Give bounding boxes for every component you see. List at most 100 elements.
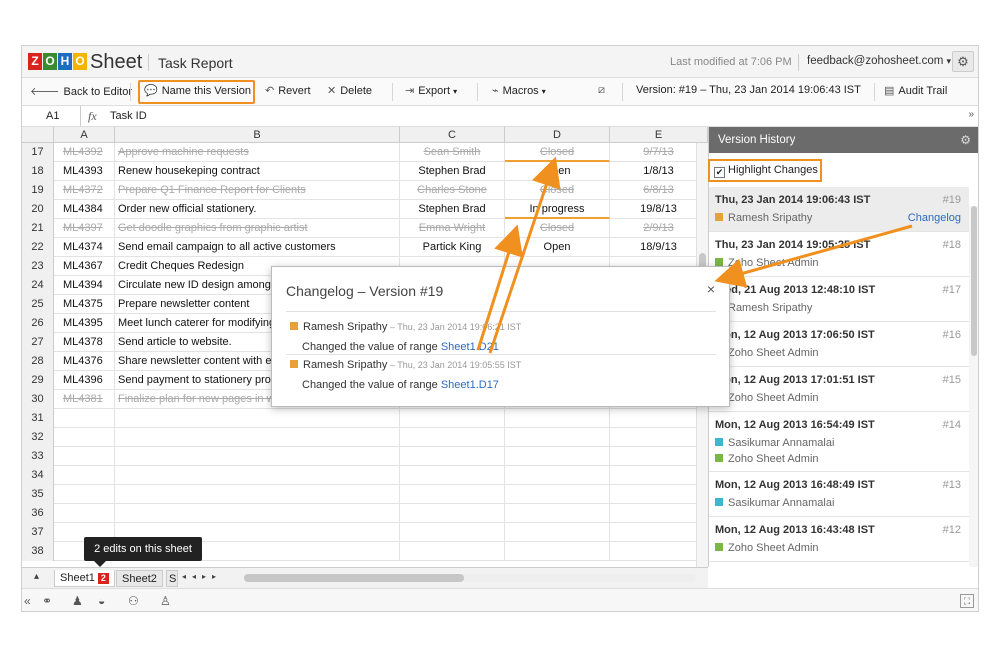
row-header[interactable]: 35 — [22, 485, 54, 504]
cell-task[interactable] — [115, 466, 400, 485]
cell-date[interactable]: 18/9/13 — [610, 238, 708, 257]
audit-trail-button[interactable]: ▤ Audit Trail — [884, 84, 947, 97]
cell-date[interactable]: 9/7/13 — [610, 143, 708, 162]
formula-input[interactable]: Task ID — [110, 110, 147, 122]
cell-status[interactable] — [505, 542, 610, 561]
cell-owner[interactable] — [400, 504, 505, 523]
row-header[interactable]: 19 — [22, 181, 54, 200]
row-header[interactable]: 23 — [22, 257, 54, 276]
version-item[interactable]: Mon, 12 Aug 2013 16:43:48 IST #12 Zoho She… — [709, 517, 969, 562]
row-header[interactable]: 22 — [22, 238, 54, 257]
version-item[interactable]: Wed, 21 Aug 2013 12:48:10 IST #17 Ramesh S… — [709, 277, 969, 322]
cell-owner[interactable]: Emma Wright — [400, 219, 505, 238]
cell-owner[interactable] — [400, 542, 505, 561]
cell-task[interactable] — [115, 504, 400, 523]
cell-status[interactable] — [505, 485, 610, 504]
version-item[interactable]: Mon, 12 Aug 2013 16:48:49 IST #13 Sasikuma… — [709, 472, 969, 517]
cell-status[interactable] — [505, 409, 610, 428]
cell-owner[interactable]: Stephen Brad — [400, 200, 505, 219]
row-header[interactable]: 34 — [22, 466, 54, 485]
cell-status[interactable] — [505, 466, 610, 485]
back-to-editor-button[interactable]: 🡐 Back to Editor — [30, 84, 132, 98]
changelog-link[interactable]: Changelog — [908, 212, 961, 224]
sheet-tab-sheet2[interactable]: Sheet2 — [116, 570, 163, 587]
cell-task-id[interactable]: ML4395 — [54, 314, 115, 333]
cell-task-id[interactable]: ML4381 — [54, 390, 115, 409]
row-header[interactable]: 27 — [22, 333, 54, 352]
cell-task-id[interactable]: ML4367 — [54, 257, 115, 276]
row-header[interactable]: 32 — [22, 428, 54, 447]
cell-task-id[interactable] — [54, 447, 115, 466]
cell-task-id[interactable]: ML4392 — [54, 143, 115, 162]
export-menu[interactable]: ⇥ Export ▾ — [405, 84, 457, 97]
row-header[interactable]: 36 — [22, 504, 54, 523]
sheet-tab-partial[interactable]: S — [166, 570, 178, 587]
cell-date[interactable] — [610, 523, 708, 542]
cell-task-id[interactable]: ML4372 — [54, 181, 115, 200]
sheet-nav-arrows[interactable]: ◂◂▸▸ — [182, 572, 222, 581]
cell-date[interactable] — [610, 428, 708, 447]
cell-owner[interactable]: Partick King — [400, 238, 505, 257]
cell-status[interactable]: Closed — [505, 219, 610, 238]
row-header[interactable]: 29 — [22, 371, 54, 390]
bell-icon[interactable]: ♟ — [72, 594, 83, 608]
revert-button[interactable]: ↶ Revert — [265, 84, 311, 97]
cell-owner[interactable] — [400, 409, 505, 428]
version-item[interactable]: Mon, 12 Aug 2013 17:06:50 IST #16 Zoho She… — [709, 322, 969, 367]
close-icon[interactable]: × — [707, 281, 715, 297]
cell-task[interactable]: Get doodle graphics from graphic artist — [115, 219, 400, 238]
cell-task[interactable] — [115, 409, 400, 428]
row-header[interactable]: 17 — [22, 143, 54, 162]
collapse-left-icon[interactable]: « — [24, 594, 31, 608]
cell-task-id[interactable] — [54, 428, 115, 447]
cell-date[interactable]: 1/8/13 — [610, 162, 708, 181]
macros-menu[interactable]: ⌁ Macros ▾ — [492, 84, 546, 97]
cell-owner[interactable]: Charles Stone — [400, 181, 505, 200]
user-icon[interactable]: ♙ — [160, 594, 171, 608]
version-item[interactable]: Mon, 12 Aug 2013 17:01:51 IST #15 Zoho She… — [709, 367, 969, 412]
cell-task-id[interactable]: ML4396 — [54, 371, 115, 390]
cell-task[interactable]: Send email campaign to all active custom… — [115, 238, 400, 257]
select-all-corner[interactable] — [22, 127, 54, 143]
cell-task[interactable] — [115, 428, 400, 447]
range-link[interactable]: Sheet1.D17 — [441, 379, 499, 391]
cell-owner[interactable] — [400, 428, 505, 447]
column-header-b[interactable]: B — [115, 127, 400, 143]
cell-task[interactable]: Approve machine requests — [115, 143, 400, 162]
account-menu[interactable]: feedback@zohosheet.com ▾ — [807, 55, 951, 67]
sheet-tab-sheet1[interactable]: Sheet1 2 — [54, 570, 115, 587]
cell-date[interactable] — [610, 409, 708, 428]
row-header[interactable]: 25 — [22, 295, 54, 314]
version-list-scrollbar[interactable] — [969, 206, 978, 567]
cell-task-id[interactable]: ML4397 — [54, 219, 115, 238]
row-header[interactable]: 26 — [22, 314, 54, 333]
row-header[interactable]: 37 — [22, 523, 54, 542]
cell-task[interactable]: Prepare Q1 Finance Report for Clients — [115, 181, 400, 200]
cell-date[interactable] — [610, 504, 708, 523]
view-icon[interactable]: ⚭ — [42, 594, 52, 608]
name-this-version-button[interactable]: 💬 Name this Version — [144, 84, 251, 97]
row-header[interactable]: 20 — [22, 200, 54, 219]
cell-task[interactable]: Order new official stationery. — [115, 200, 400, 219]
column-header-c[interactable]: C — [400, 127, 505, 143]
cell-task-id[interactable] — [54, 504, 115, 523]
cell-owner[interactable] — [400, 466, 505, 485]
column-header-a[interactable]: A — [54, 127, 115, 143]
cell-status[interactable]: Open — [505, 238, 610, 257]
row-header[interactable]: 18 — [22, 162, 54, 181]
chat-icon[interactable]: ◒ — [98, 594, 105, 608]
cell-status[interactable]: In progress — [505, 200, 610, 219]
cell-task-id[interactable]: ML4374 — [54, 238, 115, 257]
cell-task[interactable]: Renew housekeping contract — [115, 162, 400, 181]
cell-task-id[interactable]: ML4393 — [54, 162, 115, 181]
row-header[interactable]: 33 — [22, 447, 54, 466]
cell-owner[interactable] — [400, 485, 505, 504]
cell-task-id[interactable] — [54, 409, 115, 428]
row-header[interactable]: 38 — [22, 542, 54, 561]
cell-task[interactable] — [115, 447, 400, 466]
cell-task-id[interactable] — [54, 485, 115, 504]
cell-status[interactable] — [505, 504, 610, 523]
cell-task-id[interactable]: ML4378 — [54, 333, 115, 352]
cell-task-id[interactable]: ML4375 — [54, 295, 115, 314]
cell-owner[interactable] — [400, 523, 505, 542]
